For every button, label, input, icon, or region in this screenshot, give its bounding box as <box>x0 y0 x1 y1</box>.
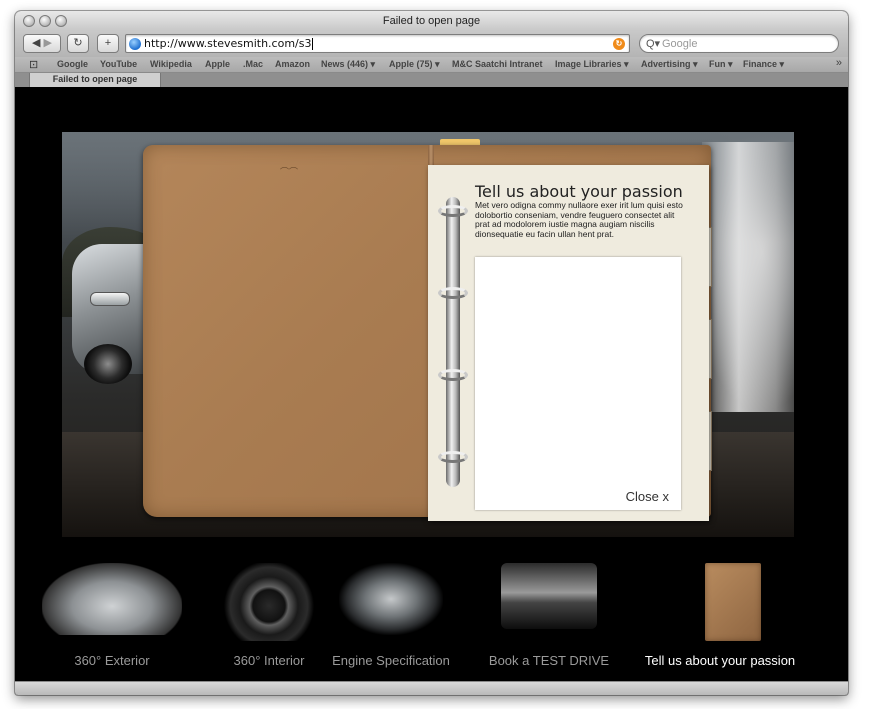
nav-label-interior: 360° Interior <box>233 653 305 668</box>
search-icon[interactable]: Q▾ <box>646 37 660 50</box>
bookmark-apple[interactable]: Apple <box>205 59 230 69</box>
add-bookmark-button[interactable]: + <box>97 34 119 53</box>
reload-button[interactable]: ↻ <box>67 34 89 53</box>
bookmark-mac[interactable]: .Mac <box>243 59 263 69</box>
forward-arrow-icon[interactable]: ▶ <box>44 37 52 49</box>
folder-stitch-mark: ⌒⌒ <box>280 167 299 177</box>
panel-description: Met vero odigna commy nullaore exer irit… <box>475 200 683 239</box>
bookmark-youtube[interactable]: YouTube <box>100 59 137 69</box>
tab-bar: Failed to open page <box>15 73 848 87</box>
bookmark-fun[interactable]: Fun ▾ <box>709 59 733 70</box>
bookmark-news-folder[interactable]: News (446) ▾ <box>321 59 375 70</box>
binder-ring <box>438 451 468 463</box>
engine-thumbnail <box>339 563 443 635</box>
reload-icon: ↻ <box>73 37 83 49</box>
back-forward-buttons[interactable]: ◀ ▶ <box>23 34 61 53</box>
browser-window: Failed to open page ◀ ▶ ↻ + http://www.s… <box>15 11 848 695</box>
nav-item-passion[interactable]: Tell us about your passion <box>630 555 810 675</box>
bookmark-image-libraries[interactable]: Image Libraries ▾ <box>555 59 629 70</box>
hero-car-headlight <box>90 292 130 306</box>
bookmark-google[interactable]: Google <box>57 59 88 69</box>
close-panel-link[interactable]: Close x <box>626 489 669 504</box>
binder-bar <box>446 197 460 487</box>
panel-title: Tell us about your passion <box>475 182 683 201</box>
page-content: ⌒⌒ Tell us about your passion Met vero o… <box>15 87 848 681</box>
bookmarks-book-icon[interactable]: ⊡ <box>29 58 38 71</box>
nav-label-passion: Tell us about your passion <box>644 653 796 668</box>
nav-label-engine: Engine Specification <box>332 653 450 668</box>
site-globe-icon <box>129 38 141 50</box>
status-bar <box>15 681 848 695</box>
nav-item-interior[interactable]: 360° Interior <box>199 555 339 675</box>
search-placeholder: Google <box>662 38 698 50</box>
title-bar: Failed to open page <box>15 11 848 31</box>
nav-label-test-drive: Book a TEST DRIVE <box>488 653 610 668</box>
binder-rings <box>436 197 470 487</box>
bookmark-mc-saatchi[interactable]: M&C Saatchi Intranet <box>452 59 543 69</box>
rss-icon[interactable]: ↻ <box>613 38 625 50</box>
text-cursor <box>312 38 314 50</box>
folder-thumbnail <box>705 563 761 641</box>
exterior-car-thumbnail <box>42 563 182 635</box>
plus-icon: + <box>104 37 112 49</box>
binder-ring <box>438 369 468 381</box>
hero-waterfall <box>702 142 794 412</box>
bookmarks-bar: ⊡ Google YouTube Wikipedia Apple .Mac Am… <box>15 57 848 73</box>
nav-item-exterior[interactable]: 360° Exterior <box>37 555 187 675</box>
bookmarks-overflow-icon[interactable]: » <box>836 57 842 69</box>
bookmark-apple-folder[interactable]: Apple (75) ▾ <box>389 59 440 70</box>
feature-nav: 360° Exterior 360° Interior Engine Speci… <box>15 555 848 681</box>
address-bar[interactable]: http://www.stevesmith.com/s3 ↻ <box>125 34 630 53</box>
nav-item-engine[interactable]: Engine Specification <box>321 555 461 675</box>
url-text[interactable]: http://www.stevesmith.com/s3 <box>144 37 314 50</box>
steering-wheel-thumbnail <box>221 563 317 641</box>
binder-ring <box>438 287 468 299</box>
bookmark-wikipedia[interactable]: Wikipedia <box>150 59 192 69</box>
bookmark-advertising[interactable]: Advertising ▾ <box>641 59 698 70</box>
search-field[interactable]: Q▾ Google <box>639 34 839 53</box>
bookmark-finance[interactable]: Finance ▾ <box>743 59 784 70</box>
hero-car-wheel <box>84 344 132 384</box>
browser-toolbar: ◀ ▶ ↻ + http://www.stevesmith.com/s3 ↻ Q… <box>15 31 848 57</box>
tab-current[interactable]: Failed to open page <box>29 73 161 87</box>
binder-ring <box>438 205 468 217</box>
bookmark-amazon[interactable]: Amazon <box>275 59 310 69</box>
window-title: Failed to open page <box>382 15 481 27</box>
nav-item-test-drive[interactable]: Book a TEST DRIVE <box>479 555 619 675</box>
passion-text-area[interactable]: Close x <box>475 257 681 510</box>
nav-label-exterior: 360° Exterior <box>74 653 150 668</box>
night-road-thumbnail <box>501 563 597 629</box>
back-arrow-icon[interactable]: ◀ <box>32 37 40 49</box>
